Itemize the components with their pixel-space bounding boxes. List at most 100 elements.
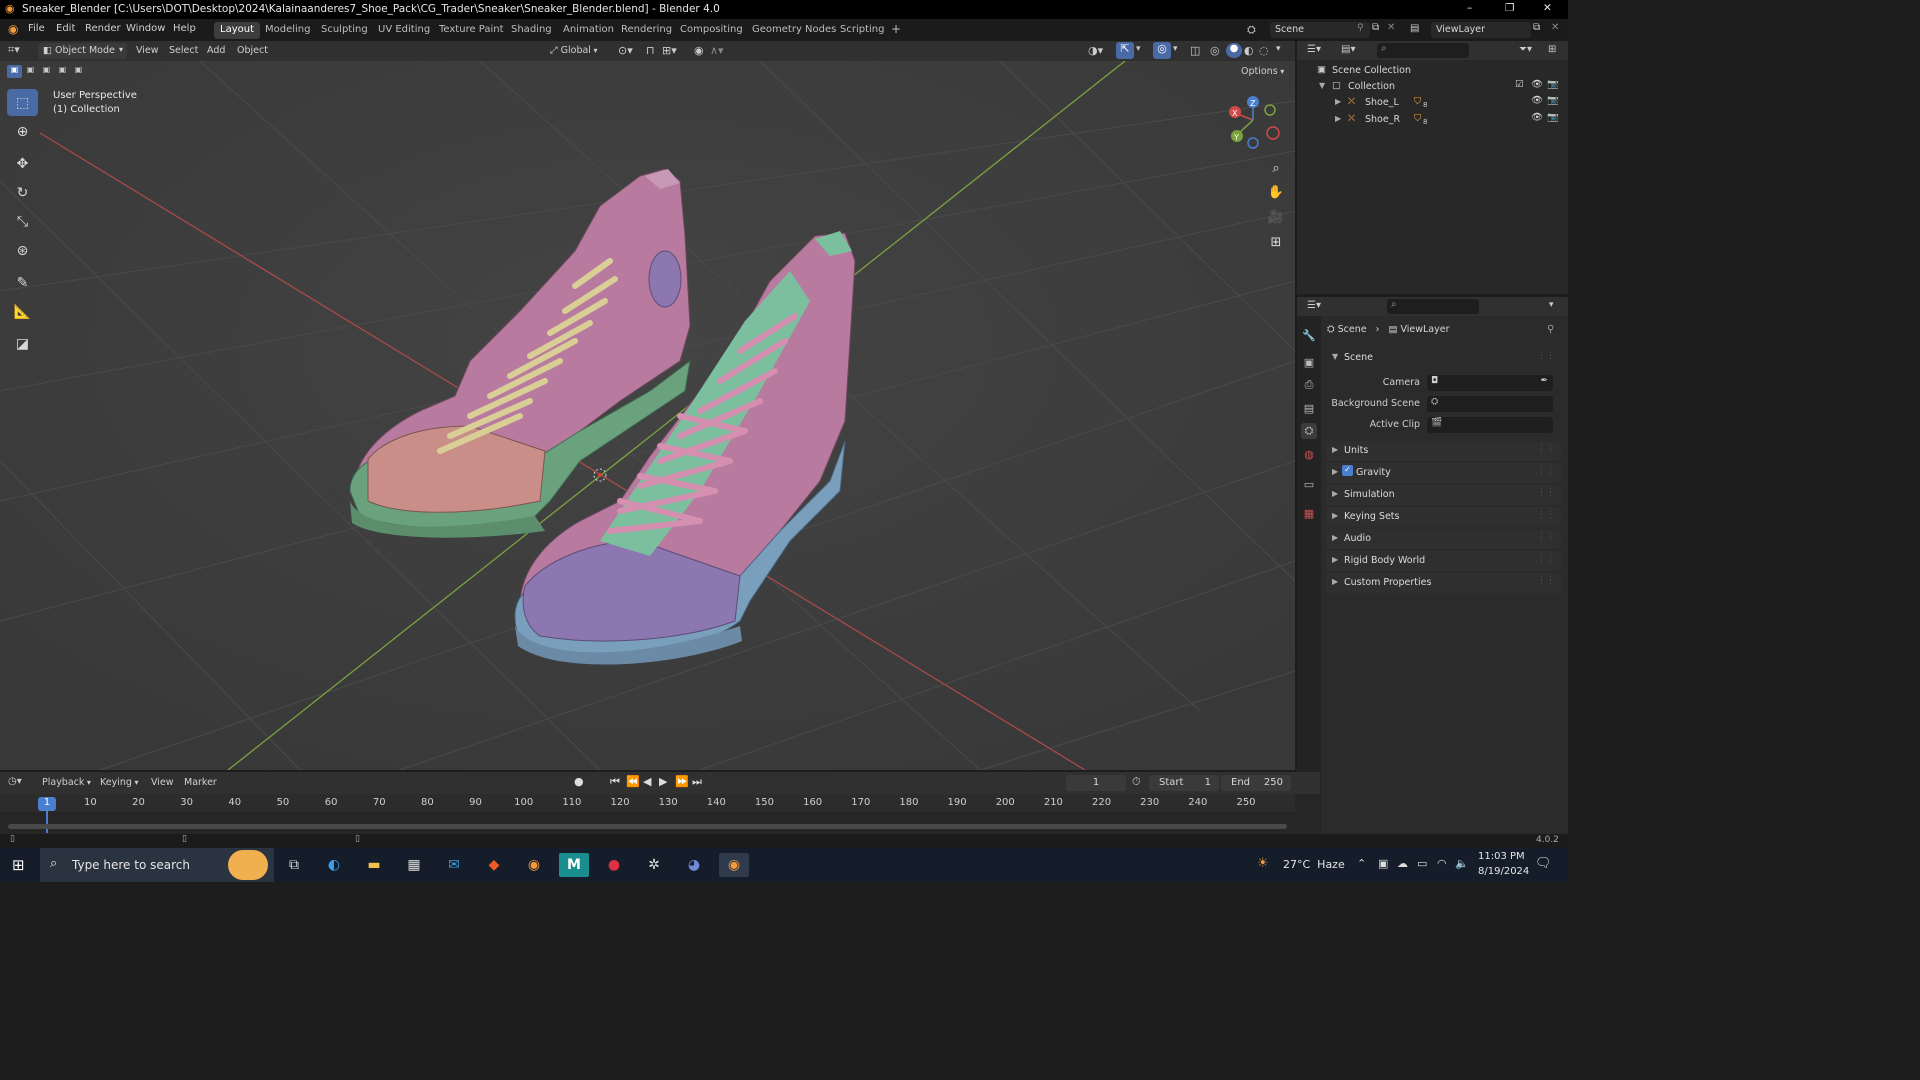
- properties-search-input[interactable]: ⌕: [1387, 299, 1479, 314]
- cloud-icon[interactable]: ☁: [1397, 857, 1408, 870]
- panel-custom-properties[interactable]: ▶ Custom Properties ⋮⋮: [1326, 573, 1561, 593]
- camera-field[interactable]: ◘ ✒: [1427, 375, 1553, 391]
- rendered-shading-icon[interactable]: ◌: [1259, 44, 1269, 57]
- outliner-editor-icon[interactable]: ☰▾: [1307, 44, 1321, 55]
- pin-icon[interactable]: ⚲: [1357, 23, 1364, 33]
- tab-scripting[interactable]: Scripting: [834, 22, 890, 39]
- wifi-icon[interactable]: ◠: [1437, 857, 1447, 870]
- rotate-tool[interactable]: ↻: [7, 179, 38, 206]
- falloff-icon[interactable]: ∧▾: [710, 44, 724, 57]
- timeline-scrollbar[interactable]: [8, 824, 1287, 829]
- mode-dropdown[interactable]: ◧ Object Mode ▾: [38, 43, 127, 59]
- expand-arrow-icon[interactable]: ▼: [1319, 81, 1325, 90]
- pin-icon[interactable]: ⚲: [1547, 324, 1554, 335]
- tab-view-layer[interactable]: ▤: [1301, 400, 1317, 416]
- play-reverse-icon[interactable]: ◀: [643, 775, 651, 788]
- tab-layout[interactable]: Layout: [214, 22, 260, 39]
- blender-menu-icon[interactable]: ◉: [8, 22, 18, 36]
- maya-icon[interactable]: M: [559, 853, 589, 877]
- volume-icon[interactable]: 🔈: [1455, 857, 1469, 870]
- menu-marker[interactable]: Marker: [179, 775, 222, 791]
- eye-icon[interactable]: 👁: [1531, 112, 1543, 123]
- tab-modeling[interactable]: Modeling: [259, 22, 317, 39]
- eyedropper-icon[interactable]: ✒: [1540, 376, 1548, 386]
- transform-tool[interactable]: ⊛: [7, 237, 38, 264]
- shading-dropdown-icon[interactable]: ▾: [1276, 44, 1281, 54]
- panel-simulation[interactable]: ▶ Simulation ⋮⋮: [1326, 485, 1561, 505]
- select-new-icon[interactable]: ▣: [7, 65, 22, 78]
- menu-object[interactable]: Object: [232, 43, 273, 59]
- gravity-checkbox[interactable]: ✓: [1342, 465, 1353, 476]
- gizmo-dropdown-icon[interactable]: ▾: [1136, 44, 1141, 54]
- panel-audio[interactable]: ▶ Audio ⋮⋮: [1326, 529, 1561, 549]
- drag-handle-icon[interactable]: ⋮⋮: [1537, 466, 1555, 476]
- gizmo-toggle-icon[interactable]: ⇱: [1116, 42, 1134, 59]
- mail-icon[interactable]: ✉: [439, 853, 469, 877]
- solid-shading-icon[interactable]: ●: [1226, 43, 1242, 58]
- tab-output[interactable]: ⎙: [1301, 377, 1317, 393]
- pivot-icon[interactable]: ⊙▾: [618, 44, 633, 57]
- drag-handle-icon[interactable]: ⋮⋮: [1537, 576, 1555, 586]
- tab-animation[interactable]: Animation: [557, 22, 620, 39]
- menu-add[interactable]: Add: [202, 43, 230, 59]
- clock-date[interactable]: 8/19/2024: [1478, 866, 1529, 877]
- filter-icon[interactable]: ⏷▾: [1519, 44, 1532, 55]
- outliner-search-input[interactable]: ⌕: [1377, 43, 1469, 58]
- drag-handle-icon[interactable]: ⋮⋮: [1537, 532, 1555, 542]
- background-scene-field[interactable]: ⛭: [1427, 396, 1553, 412]
- menu-file[interactable]: File: [28, 23, 45, 34]
- view-layer-selector[interactable]: ViewLayer: [1431, 22, 1531, 38]
- outliner-object-row[interactable]: ▶ ⛌ Shoe_L ⛉ 8 👁 📷: [1297, 95, 1568, 111]
- snap-target-icon[interactable]: ⊞▾: [662, 44, 677, 57]
- render-camera-icon[interactable]: 📷: [1547, 95, 1559, 106]
- active-clip-field[interactable]: 🎬: [1427, 417, 1553, 433]
- task-view-icon[interactable]: ⧉: [279, 853, 309, 877]
- tab-render[interactable]: ▣: [1301, 354, 1317, 370]
- tab-scene[interactable]: ⛭: [1301, 423, 1317, 439]
- tab-uv-editing[interactable]: UV Editing: [372, 22, 436, 39]
- pan-button[interactable]: ✋: [1264, 181, 1288, 203]
- restore-button[interactable]: ❐: [1505, 2, 1514, 14]
- timeline-editor[interactable]: ◷▾ Playback ▾ Keying ▾ View Marker ● ⏮ ⏪…: [0, 772, 1320, 834]
- outliner-collection[interactable]: ▼ ▢ Collection ☑ 👁 📷: [1297, 79, 1568, 95]
- drag-handle-icon[interactable]: ⋮⋮: [1537, 488, 1555, 498]
- visibility-icon[interactable]: ◑▾: [1088, 44, 1103, 57]
- jump-keyframe-back-icon[interactable]: ⏪: [626, 775, 640, 788]
- tab-shading[interactable]: Shading: [505, 22, 558, 39]
- delete-scene-icon[interactable]: ✕: [1387, 22, 1395, 33]
- blender-taskbar-icon[interactable]: ◉: [519, 853, 549, 877]
- weather-text[interactable]: 27°C Haze: [1283, 858, 1345, 871]
- taskbar-search-box[interactable]: ⌕ Type here to search: [40, 848, 274, 882]
- new-scene-icon[interactable]: ⧉: [1372, 22, 1379, 33]
- tab-tool[interactable]: 🔧: [1301, 327, 1317, 343]
- clock-time[interactable]: 11:03 PM: [1478, 851, 1525, 862]
- xray-icon[interactable]: ◫: [1190, 44, 1200, 57]
- add-workspace-button[interactable]: +: [885, 20, 907, 37]
- windows-start-icon[interactable]: ⊞: [12, 856, 25, 874]
- drag-handle-icon[interactable]: ⋮⋮: [1537, 351, 1555, 361]
- menu-playback[interactable]: Playback ▾: [37, 775, 96, 791]
- outliner-scene-collection[interactable]: ▣ Scene Collection: [1297, 63, 1568, 79]
- snap-icon[interactable]: ⊓: [646, 44, 655, 57]
- scale-tool[interactable]: ⤡: [7, 208, 38, 235]
- wireframe-shading-icon[interactable]: ◎: [1210, 44, 1220, 57]
- chevron-down-icon[interactable]: ▾: [1549, 300, 1554, 310]
- scene-section-header[interactable]: ▼ Scene ⋮⋮: [1326, 348, 1561, 368]
- tab-rendering[interactable]: Rendering: [615, 22, 678, 39]
- tray-app-icon[interactable]: ▣: [1378, 857, 1388, 870]
- render-camera-icon[interactable]: 📷: [1547, 112, 1559, 123]
- drag-handle-icon[interactable]: ⋮⋮: [1537, 510, 1555, 520]
- menu-window[interactable]: Window: [126, 23, 165, 34]
- expand-arrow-icon[interactable]: ▶: [1335, 97, 1341, 106]
- move-tool[interactable]: ✥: [7, 150, 38, 177]
- cursor-tool[interactable]: ⊕: [7, 118, 38, 145]
- app-icon[interactable]: ●: [599, 853, 629, 877]
- timeline-editor-icon[interactable]: ◷▾: [8, 776, 22, 787]
- panel-rigid-body-world[interactable]: ▶ Rigid Body World ⋮⋮: [1326, 551, 1561, 571]
- menu-help[interactable]: Help: [173, 23, 196, 34]
- annotate-tool[interactable]: ✎: [7, 269, 38, 296]
- discord-icon[interactable]: ◕: [679, 853, 709, 877]
- render-camera-icon[interactable]: 📷: [1547, 79, 1559, 90]
- scene-selector[interactable]: Scene ⚲: [1270, 22, 1370, 38]
- tab-geometry-nodes[interactable]: Geometry Nodes: [746, 22, 842, 39]
